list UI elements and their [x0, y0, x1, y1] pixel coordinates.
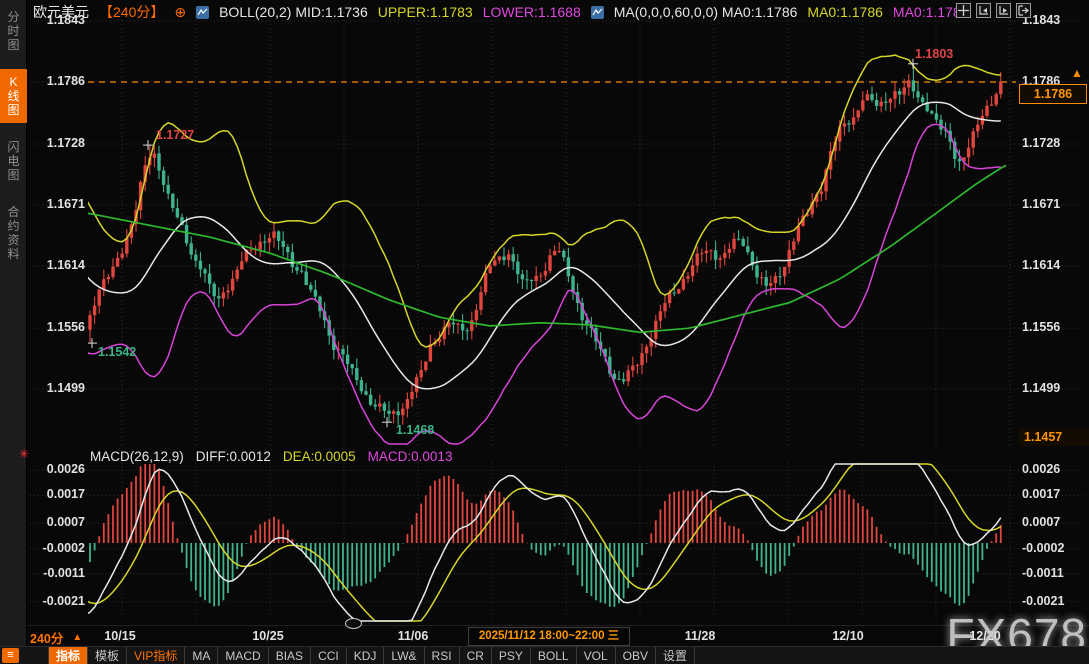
shift-left-icon[interactable] [976, 3, 991, 18]
add-compare-icon[interactable]: ⊕ [174, 4, 186, 21]
detach-pane-icon[interactable] [1016, 3, 1031, 18]
tab-indicator[interactable]: 指标 [48, 647, 88, 664]
tab-obv[interactable]: OBV [616, 647, 656, 664]
macd-axis-label-left: 0.0007 [28, 515, 85, 529]
price-axis-label-right: 1.1614 [1022, 258, 1060, 272]
sidebar-item-label: 分时图 [7, 10, 20, 52]
symbol-name: 欧元美元 [33, 2, 89, 22]
sidebar-item-label: 闪电图 [7, 140, 20, 182]
menu-icon[interactable]: ≡ [2, 648, 19, 663]
period-label[interactable]: 【240分】 [99, 2, 164, 22]
price-axis-label-left: 1.1728 [28, 136, 85, 150]
tab-psy[interactable]: PSY [492, 647, 531, 664]
current-price-tag: 1.1786 [1019, 84, 1087, 104]
price-axis-label-left: 1.1499 [28, 381, 85, 395]
boll-values: BOLL(20,2) MID:1.1736 [219, 4, 368, 20]
tab-settings[interactable]: 设置 [656, 647, 695, 664]
tab-cr[interactable]: CR [460, 647, 492, 664]
price-axis-label-left: 1.1786 [28, 74, 85, 88]
macd-header: MACD(26,12,9) DIFF:0.0012 DEA:0.0005 MAC… [90, 449, 452, 464]
macd-diff-value: DIFF:0.0012 [196, 449, 271, 464]
period-selector-label: 240分 [30, 628, 63, 647]
macd-axis-label-right: 0.0007 [1022, 515, 1060, 529]
ma-indicator-icon [591, 6, 604, 19]
sidebar-item-label: K线图 [7, 75, 20, 117]
macd-axis-label-right: 0.0026 [1022, 462, 1060, 476]
macd-axis-label-left: 0.0026 [28, 462, 85, 476]
crosshair-tool-icon[interactable] [956, 3, 971, 18]
sidebar-item-timeline-chart[interactable]: 分时图 [0, 4, 27, 58]
macd-axis-label-right: -0.0002 [1022, 541, 1064, 555]
x-axis-label: 10/25 [238, 629, 298, 643]
range-low-tag: 1.1457 [1019, 429, 1089, 446]
chart-header: 欧元美元 【240分】 ⊕ BOLL(20,2) MID:1.1736 UPPE… [33, 3, 968, 21]
x-axis-label: 12/10 [818, 629, 878, 643]
price-axis-label-right: 1.1728 [1022, 136, 1060, 150]
sidebar-item-label: 合约资料 [7, 205, 20, 261]
ma-value-yellow: MA0:1.1786 [807, 4, 883, 20]
tab-boll[interactable]: BOLL [531, 647, 577, 664]
macd-axis-label-left: -0.0021 [28, 594, 85, 608]
sidebar-item-kline-chart[interactable]: K线图 [0, 69, 27, 123]
price-axis-label-left: 1.1614 [28, 258, 85, 272]
chart-type-sidebar: 分时图 K线图 闪电图 合约资料 [0, 0, 27, 646]
boll-indicator-icon [196, 6, 209, 19]
tab-cci[interactable]: CCI [311, 647, 347, 664]
macd-axis-label-left: -0.0011 [28, 566, 85, 580]
macd-bar-value: MACD:0.0013 [368, 449, 453, 464]
indicator-toolbar: 指标 模板 VIP指标 MA MACD BIAS CCI KDJ LW& RSI… [0, 646, 1089, 664]
tab-template[interactable]: 模板 [88, 647, 127, 664]
macd-params: MACD(26,12,9) [90, 449, 184, 464]
tab-rsi[interactable]: RSI [425, 647, 460, 664]
tab-vol[interactable]: VOL [577, 647, 616, 664]
price-annotation: 1.1803 [915, 47, 953, 61]
x-axis-label: 11/06 [383, 629, 443, 643]
x-axis-label: 10/15 [90, 629, 150, 643]
boll-upper-value: UPPER:1.1783 [378, 4, 473, 20]
x-axis-label: 11/28 [670, 629, 730, 643]
period-selector[interactable]: 240分 ▲ [30, 628, 82, 647]
scroll-handle[interactable] [345, 618, 362, 629]
macd-axis-label-right: -0.0021 [1022, 594, 1064, 608]
macd-axis-label-left: -0.0002 [28, 541, 85, 555]
price-chart[interactable] [0, 0, 1089, 664]
price-annotation: 1.1468 [396, 423, 434, 437]
selected-bar-time-tag: 2025/11/12 18:00~22:00 三 [468, 627, 630, 646]
price-axis-label-left: 1.1556 [28, 320, 85, 334]
ma-values: MA(0,0,0,60,0,0) MA0:1.1786 [614, 4, 798, 20]
chart-tool-icons [956, 3, 1031, 18]
live-blink-icon: ✳ [19, 447, 29, 461]
macd-axis-label-right: 0.0017 [1022, 487, 1060, 501]
macd-axis-label-left: 0.0017 [28, 487, 85, 501]
trading-app-window: 分时图 K线图 闪电图 合约资料 ✳ 欧元美元 【240分】 ⊕ BOLL(20… [0, 0, 1089, 664]
boll-lower-value: LOWER:1.1688 [483, 4, 581, 20]
price-axis-label-right: 1.1556 [1022, 320, 1060, 334]
tab-bias[interactable]: BIAS [269, 647, 311, 664]
tab-kdj[interactable]: KDJ [347, 647, 385, 664]
price-annotation: 1.1727 [156, 128, 194, 142]
chevron-up-icon: ▲ [72, 632, 82, 643]
tab-lwr[interactable]: LW& [384, 647, 424, 664]
price-axis-label-right: 1.1671 [1022, 197, 1060, 211]
price-axis-label-right: 1.1499 [1022, 381, 1060, 395]
tab-macd[interactable]: MACD [218, 647, 268, 664]
shift-right-icon[interactable] [996, 3, 1011, 18]
macd-axis-label-right: -0.0011 [1022, 566, 1064, 580]
price-up-arrow-icon: ▲ [1071, 66, 1083, 80]
sidebar-item-contract-info[interactable]: 合约资料 [0, 199, 27, 267]
price-axis-label-left: 1.1671 [28, 197, 85, 211]
sidebar-item-lightning-chart[interactable]: 闪电图 [0, 134, 27, 188]
price-annotation: 1.1542 [98, 345, 136, 359]
macd-dea-value: DEA:0.0005 [283, 449, 356, 464]
tab-ma[interactable]: MA [185, 647, 218, 664]
tab-vip-indicator[interactable]: VIP指标 [127, 647, 185, 664]
